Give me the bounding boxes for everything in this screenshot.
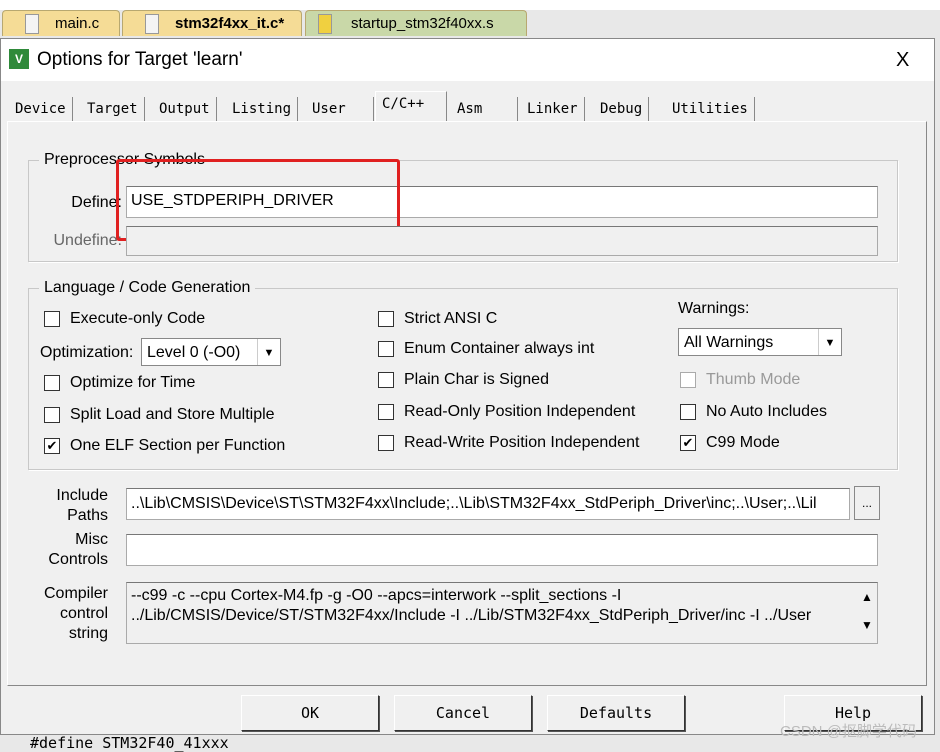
compiler-label-3: string	[68, 625, 108, 642]
checkbox-box	[44, 407, 60, 423]
check-icon: ✔	[680, 435, 696, 451]
tab-user[interactable]: User	[306, 97, 374, 121]
compiler-line-2: ../Lib/CMSIS/Device/ST/STM32F4xx/Include…	[131, 607, 812, 624]
plain-char-checkbox[interactable]: Plain Char is Signed	[378, 371, 549, 389]
tab-output[interactable]: Output	[153, 97, 217, 121]
close-button[interactable]: X	[896, 49, 909, 72]
ro-pi-checkbox[interactable]: Read-Only Position Independent	[378, 403, 635, 421]
checkbox-box	[680, 404, 696, 420]
keil-logo-icon: V	[9, 49, 29, 69]
title-bar: V Options for Target 'learn' X	[1, 39, 934, 81]
scrollbar[interactable]: ▲ ▼	[857, 583, 877, 643]
undefine-input	[126, 226, 878, 256]
file-icon	[145, 14, 159, 34]
one-elf-checkbox[interactable]: ✔ One ELF Section per Function	[44, 437, 285, 455]
c99-checkbox[interactable]: ✔ C99 Mode	[680, 434, 780, 452]
optimize-time-checkbox[interactable]: Optimize for Time	[44, 374, 195, 392]
optimization-label: Optimization:	[40, 344, 134, 361]
split-load-checkbox[interactable]: Split Load and Store Multiple	[44, 406, 275, 424]
compiler-label: Compiler control string	[38, 584, 108, 644]
checkbox-label: Thumb Mode	[706, 371, 801, 388]
checkbox-label: No Auto Includes	[706, 403, 827, 420]
checkbox-label: Strict ANSI C	[404, 310, 498, 327]
file-tab-it[interactable]: stm32f4xx_it.c*	[122, 10, 302, 36]
compiler-label-2: control	[59, 605, 108, 622]
compiler-label-1: Compiler	[43, 585, 108, 602]
background-code: #define STM32F40_41xxx	[30, 734, 229, 752]
file-tab-label: startup_stm32f40xx.s	[351, 15, 494, 32]
codegen-legend: Language / Code Generation	[39, 279, 256, 297]
select-value: All Warnings	[684, 334, 774, 351]
checkbox-label: Optimize for Time	[70, 374, 196, 391]
checkbox-label: C99 Mode	[706, 434, 780, 451]
tab-linker[interactable]: Linker	[521, 97, 585, 121]
checkbox-label: Read-Write Position Independent	[404, 434, 640, 451]
tab-target[interactable]: Target	[81, 97, 145, 121]
include-label-2: Paths	[67, 507, 108, 524]
browse-button[interactable]: ...	[854, 486, 880, 520]
warnings-label: Warnings:	[678, 300, 750, 317]
checkbox-box	[378, 404, 394, 420]
editor-toolbar	[0, 0, 940, 10]
dialog-title: Options for Target 'learn'	[37, 49, 243, 70]
define-label: Define:	[71, 194, 122, 211]
file-tab-startup[interactable]: startup_stm32f40xx.s	[305, 10, 527, 36]
file-tab-label: main.c	[55, 15, 100, 32]
checkbox-label: Split Load and Store Multiple	[70, 406, 275, 423]
tab-cpp[interactable]: C/C++	[375, 91, 447, 122]
include-paths-input[interactable]: ..\Lib\CMSIS\Device\ST\STM32F4xx\Include…	[126, 488, 850, 520]
compiler-line-1: --c99 -c --cpu Cortex-M4.fp -g -O0 --apc…	[131, 587, 622, 604]
optimization-select[interactable]: Level 0 (-O0) ▼	[141, 338, 281, 366]
tab-asm[interactable]: Asm	[451, 97, 518, 121]
scroll-down-icon[interactable]: ▼	[857, 611, 877, 639]
checkbox-label: Plain Char is Signed	[404, 371, 549, 388]
file-tab-label: stm32f4xx_it.c*	[175, 15, 285, 32]
tab-utilities[interactable]: Utilities	[666, 97, 755, 121]
checkbox-label: One ELF Section per Function	[70, 437, 286, 454]
checkbox-label: Enum Container always int	[404, 340, 595, 357]
misc-label-1: Misc	[75, 531, 108, 548]
misc-controls-input[interactable]	[126, 534, 878, 566]
checkbox-box	[378, 372, 394, 388]
checkbox-box	[378, 341, 394, 357]
misc-label: Misc Controls	[38, 530, 108, 570]
include-label-1: Include	[56, 487, 108, 504]
compiler-string-area: --c99 -c --cpu Cortex-M4.fp -g -O0 --apc…	[126, 582, 878, 644]
tab-device[interactable]: Device	[9, 97, 73, 121]
watermark: CSDN @抠脚学代码	[780, 723, 917, 740]
key-file-icon	[318, 14, 332, 34]
select-value: Level 0 (-O0)	[147, 344, 241, 361]
checkbox-label: Read-Only Position Independent	[404, 403, 636, 420]
cpp-panel: Preprocessor Symbols Define: USE_STDPERI…	[7, 121, 927, 686]
check-icon: ✔	[44, 438, 60, 454]
thumb-mode-checkbox: Thumb Mode	[680, 371, 800, 389]
scroll-up-icon[interactable]: ▲	[857, 583, 877, 611]
rw-pi-checkbox[interactable]: Read-Write Position Independent	[378, 434, 639, 452]
warnings-select[interactable]: All Warnings ▼	[678, 328, 842, 356]
no-auto-includes-checkbox[interactable]: No Auto Includes	[680, 403, 827, 421]
tab-listing[interactable]: Listing	[226, 97, 299, 121]
include-label: Include Paths	[38, 486, 108, 526]
file-tab-main[interactable]: main.c	[2, 10, 120, 36]
cancel-button[interactable]: Cancel	[394, 695, 532, 731]
file-icon	[25, 14, 39, 34]
checkbox-box	[378, 311, 394, 327]
undefine-label: Undefine:	[53, 232, 123, 249]
execute-only-checkbox[interactable]: Execute-only Code	[44, 310, 205, 328]
misc-label-2: Controls	[48, 551, 108, 568]
strict-ansi-checkbox[interactable]: Strict ANSI C	[378, 310, 497, 328]
defaults-button[interactable]: Defaults	[547, 695, 685, 731]
chevron-down-icon: ▼	[257, 339, 280, 365]
checkbox-label: Execute-only Code	[70, 310, 206, 327]
checkbox-box	[44, 375, 60, 391]
checkbox-box	[44, 311, 60, 327]
options-dialog: V Options for Target 'learn' X Device Ta…	[0, 38, 935, 735]
tab-debug[interactable]: Debug	[594, 97, 650, 121]
checkbox-box	[378, 435, 394, 451]
enum-container-checkbox[interactable]: Enum Container always int	[378, 340, 594, 358]
checkbox-box	[680, 372, 696, 388]
ok-button[interactable]: OK	[241, 695, 379, 731]
chevron-down-icon: ▼	[818, 329, 841, 355]
